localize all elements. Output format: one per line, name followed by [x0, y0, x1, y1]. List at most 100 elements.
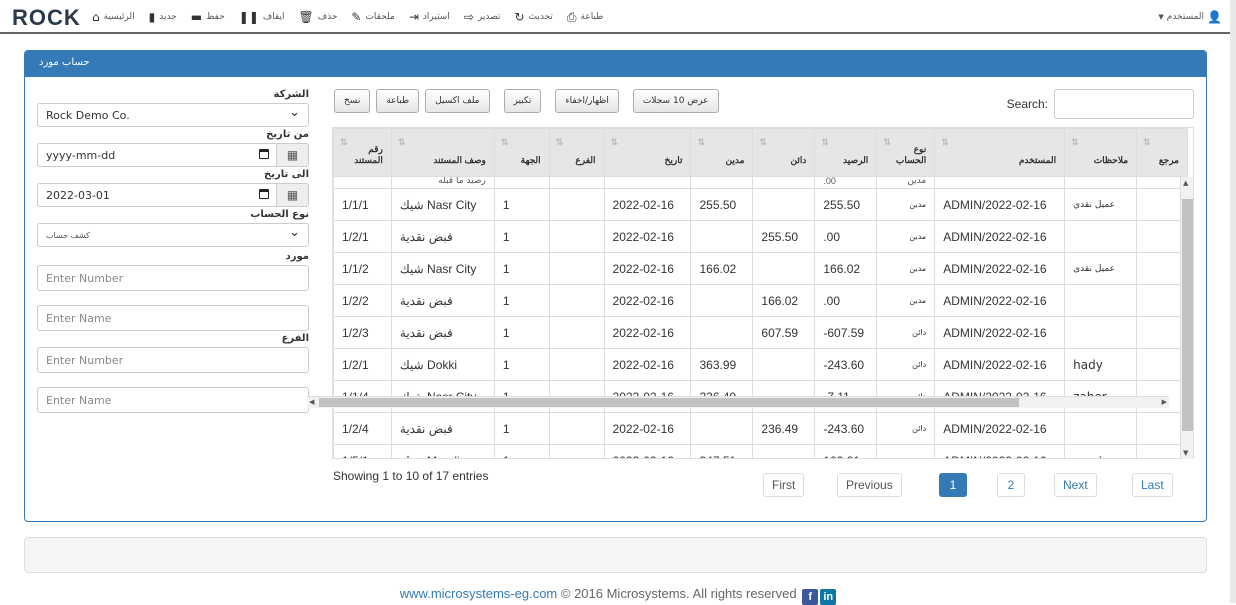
print-button[interactable]: طباعة [376, 89, 420, 113]
menu-item-pause[interactable]: ❚❚ ايقاف [239, 10, 285, 24]
table-row[interactable]: 1/2/4 قبض نقدية 1 2022-02-16 236.49 -243.60 دا… [333, 412, 1188, 445]
col-header-label: دائن [790, 155, 807, 165]
col-header-credit[interactable]: ⇅ دائن [752, 128, 816, 177]
scroll-thumb[interactable] [1182, 199, 1193, 431]
scroll-down-icon[interactable]: ▼ [1183, 449, 1188, 457]
supplier-name-input[interactable]: Enter Name [37, 305, 309, 331]
table-row-partial: رصيد ما قبله .00 مدين [333, 176, 1188, 189]
brand-logo[interactable]: ROCK [12, 5, 81, 31]
show-10-records-button[interactable]: عرض 10 سجلات [632, 89, 719, 113]
col-header-party[interactable]: ⇅ الجهة [493, 128, 550, 177]
cell-credit [752, 348, 816, 381]
first-page-button[interactable]: First [763, 473, 805, 497]
scroll-right-icon[interactable]: ▶ [1162, 398, 1167, 406]
scroll-thumb[interactable] [319, 398, 1019, 407]
page-1-button[interactable]: 1 [939, 473, 967, 497]
window-scrollbar[interactable] [1230, 0, 1236, 603]
company-select-value: Rock Demo Co. [46, 108, 130, 122]
from-date-input[interactable]: yyyy-mm-dd [37, 143, 277, 167]
col-header-doc-number[interactable]: ⇅ رقم المستند [333, 128, 392, 177]
cell [493, 176, 550, 189]
last-page-button[interactable]: Last [1132, 473, 1173, 497]
footer-bar [24, 537, 1207, 573]
table-row[interactable]: 1/2/3 قبض نقدية 1 2022-02-16 607.59 -607.59 دا… [333, 316, 1188, 349]
cell-acct-type: مدين [876, 188, 936, 221]
branch-name-input[interactable]: Enter Name [37, 387, 309, 413]
col-header-date[interactable]: ⇅ تاريخ [603, 128, 692, 177]
table-horizontal-scrollbar[interactable]: ◀ ▶ [307, 396, 1169, 408]
cell-branch [548, 252, 605, 285]
date-picker-icon[interactable] [259, 149, 269, 159]
calendar-icon[interactable]: ▦ [277, 143, 309, 167]
cell-user: ADMIN/2022-02-16 [934, 220, 1066, 253]
sort-icon: ⇅ [1143, 137, 1151, 147]
table-row[interactable]: 1/5/1شيك Maadi1 2022-02-16347.51 103.91مدي… [333, 444, 1188, 458]
col-header-account-type[interactable]: ⇅ نوع الحساب [876, 128, 936, 177]
cell-party: 1 [493, 412, 550, 445]
scroll-left-icon[interactable]: ◀ [309, 398, 314, 406]
col-header-reference[interactable]: ⇅ مرجع [1136, 128, 1188, 177]
zoom-button[interactable]: تكبير [503, 89, 542, 113]
col-header-user[interactable]: ⇅ المستخدم [934, 128, 1066, 177]
table-row[interactable]: 1/1/1 شيك Nasr City 1 2022-02-16 255.50 255.5… [333, 188, 1188, 221]
branch-number-input[interactable]: Enter Number [37, 347, 309, 373]
cell [548, 176, 605, 189]
page-2-button[interactable]: 2 [997, 473, 1025, 497]
menu-item-refresh[interactable]: ↻ تحديث [514, 10, 552, 24]
calendar-icon[interactable]: ▦ [277, 183, 309, 207]
cell-notes [1064, 412, 1138, 445]
supplier-number-input[interactable]: Enter Number [37, 265, 309, 291]
account-type-select[interactable]: كشف حساب [37, 223, 309, 247]
menu-item-import[interactable]: ⇥ استيراد [409, 10, 450, 24]
column-toggle-button[interactable]: اظهار/اخفاء [555, 89, 619, 113]
user-menu[interactable]: ▼ المستخدم 👤 [1158, 10, 1222, 24]
cell-acct-type: مدين [876, 252, 936, 285]
cell-num: 1/2/4 [333, 412, 392, 445]
cell-credit: 236.49 [752, 412, 816, 445]
to-date-input[interactable]: 2022-03-01 [37, 183, 277, 207]
top-navbar: ROCK ⌂ الرئيسية ▮ جديد ▬ حفظ ❚❚ ايقاف 🗑 حذف ✎ ملحقا… [0, 0, 1236, 34]
site-link[interactable]: www.microsystems-eg.com [400, 586, 557, 601]
cell-credit: 255.50 [752, 220, 816, 253]
menu-item-print[interactable]: ⎙ طباعة [567, 10, 603, 25]
menu-item-export[interactable]: ⇨ تصدير [464, 10, 501, 24]
cell-num: 1/2/1 [333, 348, 392, 381]
scroll-up-icon[interactable]: ▲ [1183, 179, 1188, 187]
table-row[interactable]: 1/2/1 قبض نقدية 1 2022-02-16 255.50.00 مدين AD… [333, 220, 1188, 253]
col-header-balance[interactable]: ⇅ الرصيد [814, 128, 878, 177]
col-header-label: نوع الحساب [895, 144, 927, 165]
menu-item-label: ايقاف [262, 12, 285, 22]
cell-debit: 255.50 [690, 188, 754, 221]
col-header-branch[interactable]: ⇅ الفرع [548, 128, 605, 177]
col-header-label: مرجع [1158, 155, 1179, 165]
table-row[interactable]: 1/2/1 شيك Dokki 1 2022-02-16 363.99 -243.60 دا… [333, 348, 1188, 381]
copy-button[interactable]: نسخ [334, 89, 371, 113]
cell-desc: قبض نقدية [390, 412, 495, 445]
next-page-button[interactable]: Next [1054, 473, 1097, 497]
table-row[interactable]: 1/2/2 قبض نقدية 1 2022-02-16 166.02.00 مدين AD… [333, 284, 1188, 317]
col-header-debit[interactable]: ⇅ مدين [690, 128, 754, 177]
company-select[interactable]: Rock Demo Co. [37, 103, 309, 127]
menu-item-label: جديد [159, 12, 177, 22]
menu-item-trash[interactable]: 🗑 حذف [299, 10, 338, 24]
menu-item-save[interactable]: ▬ حفظ [191, 10, 225, 24]
sort-icon: ⇅ [610, 137, 619, 147]
menu-item-new-file[interactable]: ▮ جديد [149, 10, 177, 24]
cell-balance: -243.60 [814, 412, 878, 445]
copyright-text: © 2016 Microsystems. All rights reserved [560, 586, 797, 601]
cell-user: ADMIN/2022-02-16 [934, 252, 1066, 285]
table-row[interactable]: 1/1/2 شيك Nasr City 1 2022-02-16 166.02 166.0… [333, 252, 1188, 285]
col-header-label: رقم المستند [354, 144, 383, 165]
excel-button[interactable]: ملف اكسيل [425, 89, 490, 113]
cell-user: ADMIN/2022-02-16 [934, 348, 1066, 381]
cell-text: مدين [907, 177, 927, 186]
date-picker-icon[interactable] [259, 189, 269, 199]
search-input[interactable] [1054, 89, 1194, 119]
table-vertical-scrollbar[interactable]: ▲ ▼ [1180, 177, 1193, 459]
menu-item-paperclip[interactable]: ✎ ملحقات [351, 10, 394, 24]
menu-item-home[interactable]: ⌂ الرئيسية [92, 10, 135, 24]
previous-page-button[interactable]: Previous [837, 473, 902, 497]
col-header-doc-desc[interactable]: ⇅ وصف المستند [390, 128, 495, 177]
col-header-notes[interactable]: ⇅ ملاحظات [1064, 128, 1138, 177]
cell [1064, 176, 1138, 189]
